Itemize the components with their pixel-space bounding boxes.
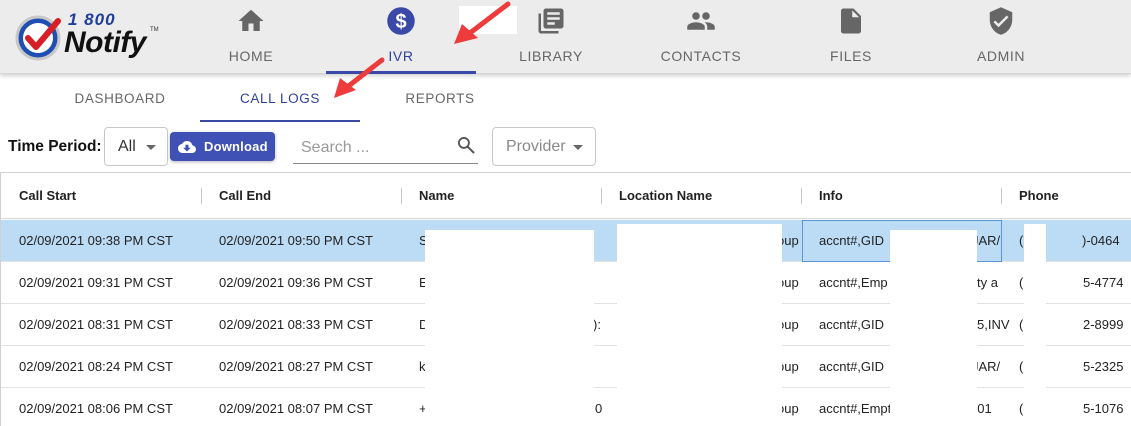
nav-files[interactable]: FILES — [776, 0, 926, 74]
cell-info-tail: ty a — [977, 275, 998, 290]
brand-logo[interactable]: 1 800 Notify TM — [14, 9, 164, 65]
nav-contacts[interactable]: CONTACTS — [626, 0, 776, 74]
cell-phone-prefix: ( — [1019, 233, 1024, 248]
search-icon[interactable] — [456, 135, 476, 155]
dollar-circle-icon: $ — [387, 7, 415, 35]
nav-admin[interactable]: ADMIN — [926, 0, 1076, 74]
column-header-call-end[interactable]: Call End — [219, 173, 271, 219]
shield-check-icon — [989, 7, 1013, 35]
column-divider[interactable] — [601, 188, 602, 204]
cell-info: accnt#,GID — [819, 359, 885, 374]
column-divider[interactable] — [1001, 188, 1002, 204]
search-box — [293, 130, 478, 164]
cell-call-start: 02/09/2021 08:31 PM CST — [19, 317, 173, 332]
logo-wordmark: Notify — [64, 26, 147, 59]
nav-contacts-label: CONTACTS — [660, 48, 742, 64]
cell-call-end: 02/09/2021 08:07 PM CST — [219, 401, 373, 416]
cell-phone: 5-4774 — [1083, 275, 1124, 290]
cell-phone: 5-2325 — [1083, 359, 1124, 374]
file-icon — [841, 8, 861, 34]
logo-trademark: TM — [150, 27, 159, 33]
chevron-down-icon — [146, 145, 156, 150]
time-period-label: Time Period: — [8, 138, 102, 155]
cell-call-end: 02/09/2021 09:36 PM CST — [219, 275, 373, 290]
column-divider[interactable] — [401, 188, 402, 204]
svg-text:$: $ — [395, 11, 406, 33]
cell-phone-prefix: ( — [1019, 401, 1024, 416]
download-label: Download — [204, 139, 268, 154]
tab-active-indicator — [200, 120, 360, 122]
redaction-block — [890, 230, 977, 426]
cell-call-start: 02/09/2021 08:24 PM CST — [19, 359, 173, 374]
redaction-block — [1024, 224, 1046, 426]
nav-active-indicator — [326, 71, 476, 74]
cell-info: accnt#,GID — [819, 317, 885, 332]
cell-phone-prefix: ( — [1019, 275, 1024, 290]
cell-info-tail: 5,INV — [977, 317, 1010, 332]
column-header-call-start[interactable]: Call Start — [19, 173, 76, 219]
top-navigation-bar: 1 800 Notify TM HOME $ IVR LIBRARY CONTA… — [0, 0, 1131, 74]
cell-call-start: 02/09/2021 09:31 PM CST — [19, 275, 173, 290]
library-icon — [538, 8, 564, 34]
column-header-phone[interactable]: Phone — [1019, 173, 1059, 219]
column-header-info[interactable]: Info — [819, 173, 843, 219]
cell-call-end: 02/09/2021 08:33 PM CST — [219, 317, 373, 332]
check-circle-logo-icon — [15, 15, 61, 61]
nav-files-label: FILES — [830, 48, 872, 64]
cell-name-tail: 0 — [595, 401, 603, 416]
cell-info: accnt#,Emp — [819, 275, 888, 290]
nav-ivr-label: IVR — [388, 48, 414, 64]
nav-home[interactable]: HOME — [176, 0, 326, 74]
redaction-block — [425, 230, 594, 426]
tab-dashboard[interactable]: DASHBOARD — [40, 82, 200, 122]
cell-call-start: 02/09/2021 08:06 PM CST — [19, 401, 173, 416]
nav-library-label: LIBRARY — [519, 48, 583, 64]
nav-admin-label: ADMIN — [976, 48, 1026, 64]
cell-call-end: 02/09/2021 09:50 PM CST — [219, 233, 373, 248]
search-input[interactable] — [301, 137, 451, 159]
redaction-block — [459, 6, 517, 34]
tab-call-logs[interactable]: CALL LOGS — [200, 82, 360, 122]
provider-select[interactable]: Provider — [492, 127, 596, 166]
tab-reports[interactable]: REPORTS — [360, 82, 520, 122]
cell-phone: 5-1076 — [1083, 401, 1124, 416]
cell-info: accnt#,GID — [819, 233, 885, 248]
cell-phone: )-0464 — [1082, 233, 1120, 248]
cloud-download-icon — [178, 141, 196, 153]
cell-call-start: 02/09/2021 09:38 PM CST — [19, 233, 173, 248]
nav-ivr[interactable]: $ IVR — [326, 0, 476, 74]
table-header: Call Start Call End Name Location Name I… — [1, 173, 1131, 219]
column-divider[interactable] — [201, 188, 202, 204]
provider-value: Provider — [506, 138, 566, 155]
cell-phone: 2-8999 — [1083, 317, 1124, 332]
time-period-value: All — [118, 138, 136, 155]
nav-home-label: HOME — [228, 48, 274, 64]
cell-phone-prefix: ( — [1019, 359, 1024, 374]
column-divider[interactable] — [801, 188, 802, 204]
chevron-down-icon — [573, 145, 583, 150]
contacts-icon — [687, 12, 715, 30]
cell-phone-prefix: ( — [1019, 317, 1024, 332]
redaction-block — [617, 224, 782, 426]
column-header-location-name[interactable]: Location Name — [619, 173, 712, 219]
cell-name-tail: ): — [593, 317, 601, 332]
download-button[interactable]: Download — [170, 132, 275, 161]
cell-call-end: 02/09/2021 08:27 PM CST — [219, 359, 373, 374]
time-period-select[interactable]: All — [104, 127, 168, 166]
column-header-name[interactable]: Name — [419, 173, 454, 219]
home-icon — [238, 9, 264, 31]
